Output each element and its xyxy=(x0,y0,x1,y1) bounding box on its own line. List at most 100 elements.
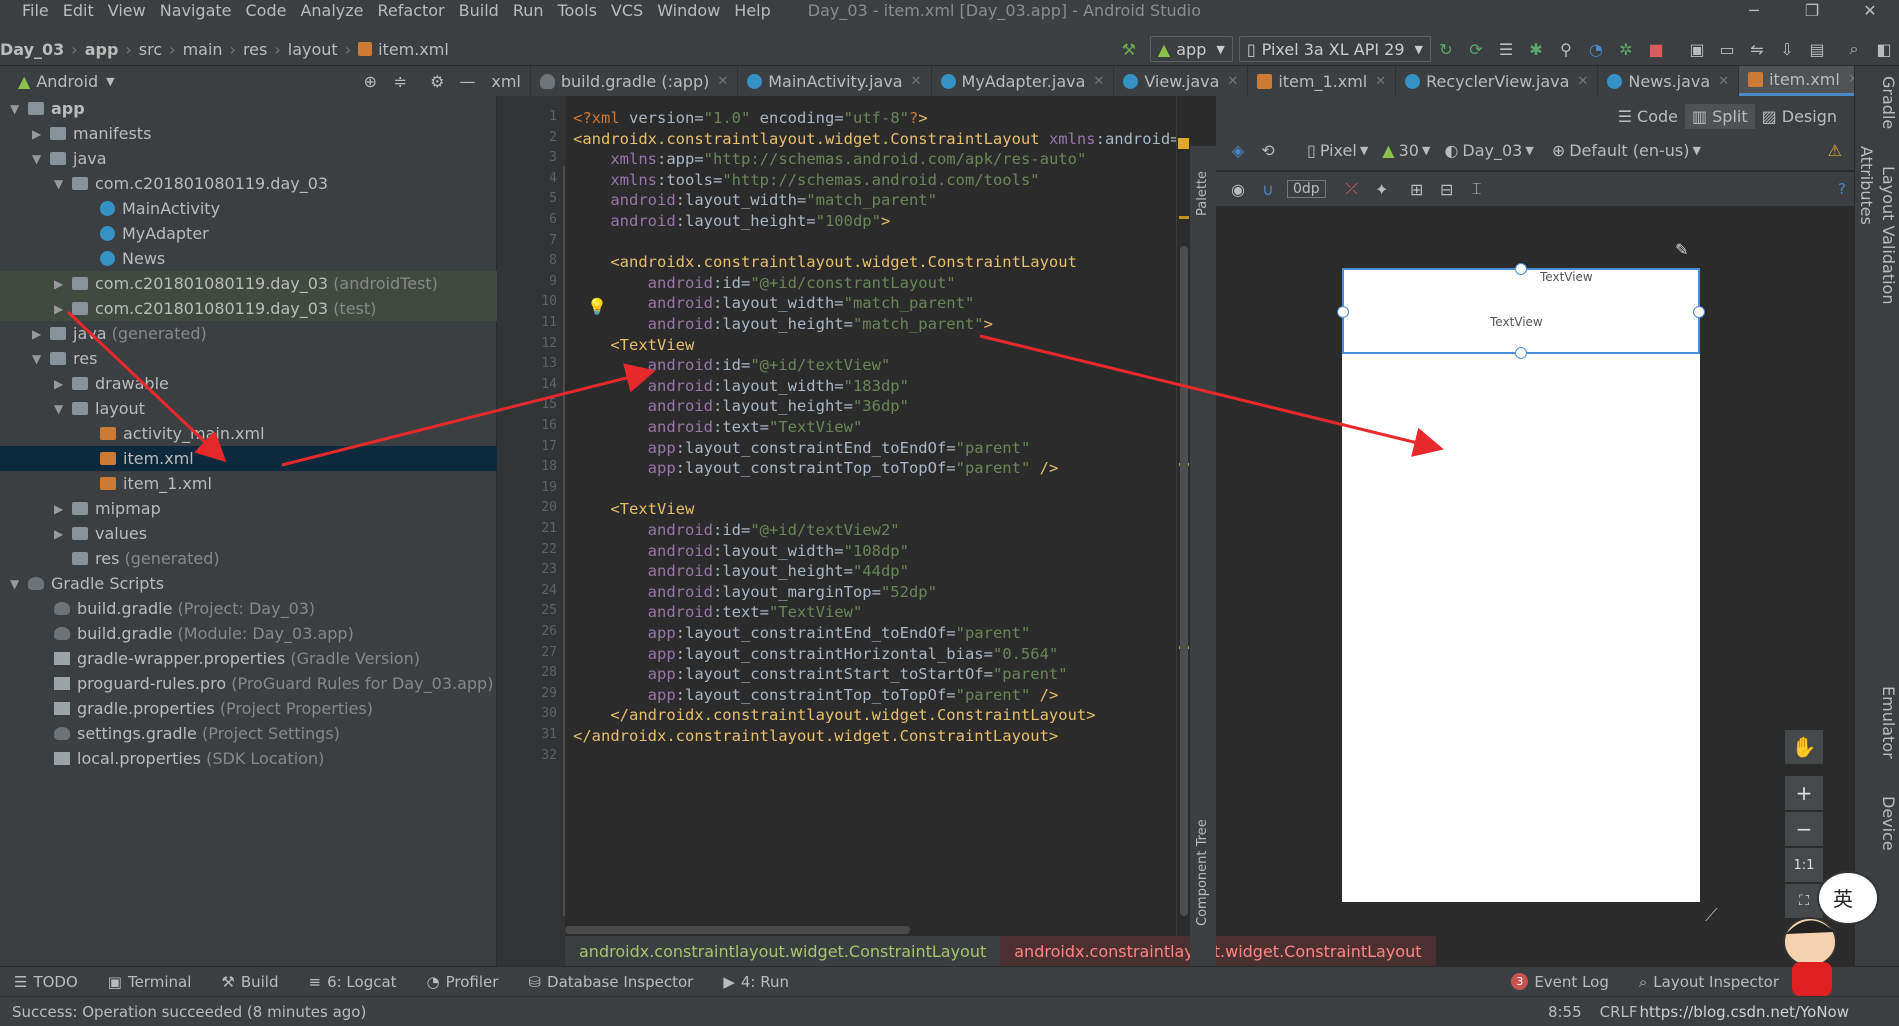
collapse-all-icon[interactable]: ≑ xyxy=(388,69,412,93)
breadcrumb-res[interactable]: res xyxy=(243,40,267,59)
tree-item-values[interactable]: ▶ values xyxy=(0,521,497,546)
tree-item-test[interactable]: ▶ com.c201801080119.day_03 (test) xyxy=(0,296,497,321)
menu-edit[interactable]: Edit xyxy=(56,1,101,20)
close-tab-icon[interactable]: ✕ xyxy=(1093,74,1104,89)
database-inspector-tab[interactable]: ⛁ Database Inspector xyxy=(528,973,693,991)
component-tree-tab[interactable]: Component Tree xyxy=(1195,796,1210,926)
eye-icon[interactable]: ◉ xyxy=(1226,177,1250,201)
lightbulb-icon[interactable]: 💡 xyxy=(587,297,607,317)
line-separator[interactable]: CRLF xyxy=(1600,1003,1638,1021)
default-margin-field[interactable]: 0dp xyxy=(1287,180,1326,198)
notifications-icon[interactable]: ◧ xyxy=(1872,37,1896,61)
device-preview-select[interactable]: ▯ Pixel ▼ xyxy=(1307,141,1368,160)
tree-item-gradle-properties[interactable]: gradle.properties (Project Properties) xyxy=(0,696,497,721)
chevron-down-icon[interactable]: ▼ xyxy=(10,102,24,116)
tree-item-androidtest[interactable]: ▶ com.c201801080119.day_03 (androidTest) xyxy=(0,271,497,296)
layout-validation-tab[interactable]: Layout Validation xyxy=(1879,166,1898,326)
menu-vcs[interactable]: VCS xyxy=(604,1,650,20)
restore-icon[interactable]: ❐ xyxy=(1783,1,1841,20)
tree-item-activity-main[interactable]: activity_main.xml xyxy=(0,421,497,446)
chevron-right-icon[interactable]: ▶ xyxy=(54,277,68,291)
constraint-handle[interactable] xyxy=(1693,306,1705,318)
tree-item-package[interactable]: ▼ com.c201801080119.day_03 xyxy=(0,171,497,196)
logcat-tab[interactable]: ≡ 6: Logcat xyxy=(308,973,396,991)
guidelines-icon[interactable]: ⌶ xyxy=(1465,177,1489,201)
stop-icon[interactable]: ■ xyxy=(1644,37,1668,61)
tree-item-res-generated[interactable]: res (generated) xyxy=(0,546,497,571)
tree-item-drawable[interactable]: ▶ drawable xyxy=(0,371,497,396)
code-breadcrumb-current[interactable]: androidx.constraintlayout.widget.Constra… xyxy=(1000,936,1436,966)
layout-preview[interactable]: TextView TextView xyxy=(1342,268,1700,902)
menu-navigate[interactable]: Navigate xyxy=(153,1,239,20)
search-icon[interactable]: ⌕ xyxy=(1842,37,1866,61)
profiler-tab[interactable]: ◔ Profiler xyxy=(427,973,499,991)
profile-icon[interactable]: ◔ xyxy=(1584,37,1608,61)
tree-item-gradle-scripts[interactable]: ▼ Gradle Scripts xyxy=(0,571,497,596)
split-mode-button[interactable]: ▥ Split xyxy=(1685,104,1755,129)
api-select[interactable]: ▲ 30 ▼ xyxy=(1382,141,1430,160)
chevron-down-icon[interactable]: ▼ xyxy=(32,352,46,366)
chevron-right-icon[interactable]: ▶ xyxy=(32,127,46,141)
device-select[interactable]: ▯ Pixel 3a XL API 29 ▼ xyxy=(1238,36,1431,62)
breadcrumb-file[interactable]: item.xml xyxy=(378,40,449,59)
project-view-select[interactable]: Android xyxy=(36,72,98,91)
marker[interactable] xyxy=(1179,216,1189,219)
close-tab-icon[interactable]: ✕ xyxy=(717,74,728,89)
menu-build[interactable]: Build xyxy=(452,1,506,20)
event-log-tab[interactable]: 3 Event Log xyxy=(1511,973,1609,991)
tab-item-xml[interactable]: item.xml✕ xyxy=(1739,66,1869,96)
attach-debugger-icon[interactable]: ⚲ xyxy=(1554,37,1578,61)
tree-item-res[interactable]: ▼ res xyxy=(0,346,497,371)
gradle-tab[interactable]: Gradle xyxy=(1879,76,1898,136)
scroll-thumb[interactable] xyxy=(1180,246,1188,916)
close-tab-icon[interactable]: ✕ xyxy=(1375,74,1386,89)
chevron-right-icon[interactable]: ▶ xyxy=(54,502,68,516)
caret-position[interactable]: 8:55 xyxy=(1548,1003,1582,1021)
chevron-right-icon[interactable]: ▶ xyxy=(54,302,68,316)
theme-select[interactable]: ◐ Day_03 ▼ xyxy=(1444,141,1533,160)
code-breadcrumb-parent[interactable]: androidx.constraintlayout.widget.Constra… xyxy=(565,942,1000,961)
menu-refactor[interactable]: Refactor xyxy=(371,1,452,20)
minimize-icon[interactable]: ─ xyxy=(1725,1,1783,20)
zoom-in-icon[interactable]: + xyxy=(1785,776,1823,810)
infer-constraints-icon[interactable]: ✦ xyxy=(1370,177,1394,201)
chevron-right-icon[interactable]: ▶ xyxy=(32,327,46,341)
debug-icon[interactable]: ✱ xyxy=(1524,37,1548,61)
constraint-handle[interactable] xyxy=(1515,347,1527,359)
chevron-down-icon[interactable]: ▼ xyxy=(54,402,68,416)
tab-news[interactable]: News.java ✕ xyxy=(1598,66,1740,96)
breadcrumb-main[interactable]: main xyxy=(183,40,223,59)
chevron-down-icon[interactable]: ▼ xyxy=(106,75,114,88)
close-icon[interactable]: ✕ xyxy=(1841,1,1899,20)
terminal-tab[interactable]: ▣ Terminal xyxy=(108,973,192,991)
menu-view[interactable]: View xyxy=(101,1,153,20)
tree-item-item-xml[interactable]: item.xml xyxy=(0,446,497,471)
tab-item-1-xml[interactable]: item_1.xml ✕ xyxy=(1248,66,1397,96)
orientation-icon[interactable]: ⟲ xyxy=(1256,138,1280,162)
pin-icon[interactable]: ✎ xyxy=(1675,240,1688,259)
code-line[interactable]: android:layout_height="100dp"> xyxy=(573,209,890,234)
menu-help[interactable]: Help xyxy=(727,1,777,20)
apply-changes-icon[interactable]: ⟳ xyxy=(1464,37,1488,61)
sdk-manager-icon[interactable]: ⇩ xyxy=(1775,37,1799,61)
close-tab-icon[interactable]: ✕ xyxy=(1718,74,1729,89)
tab-recyclerview[interactable]: RecyclerView.java ✕ xyxy=(1396,66,1599,96)
clear-constraints-icon[interactable]: ⤫ xyxy=(1340,177,1364,201)
chevron-down-icon[interactable]: ▼ xyxy=(10,577,24,591)
apply-code-changes-icon[interactable]: ☰ xyxy=(1494,37,1518,61)
emulator-tab[interactable]: Emulator xyxy=(1879,686,1898,766)
breadcrumb-layout[interactable]: layout xyxy=(288,40,338,59)
menu-file[interactable]: File xyxy=(0,1,56,20)
code-line[interactable]: app:layout_constraintTop_toTopOf="parent… xyxy=(573,456,1059,481)
hide-panel-icon[interactable]: — xyxy=(455,69,479,93)
chevron-down-icon[interactable]: ▼ xyxy=(32,152,46,166)
palette-tab[interactable]: Palette xyxy=(1195,156,1210,216)
menu-tools[interactable]: Tools xyxy=(551,1,604,20)
breadcrumb-src[interactable]: src xyxy=(139,40,162,59)
status-message[interactable]: Success: Operation succeeded (8 minutes … xyxy=(12,1003,366,1021)
design-mode-button[interactable]: ▨ Design xyxy=(1755,104,1844,129)
close-tab-icon[interactable]: ✕ xyxy=(1577,74,1588,89)
breadcrumb-project[interactable]: Day_03 xyxy=(0,40,64,59)
tree-item-item-1-xml[interactable]: item_1.xml xyxy=(0,471,497,496)
run-tab[interactable]: ▶ 4: Run xyxy=(723,973,789,991)
